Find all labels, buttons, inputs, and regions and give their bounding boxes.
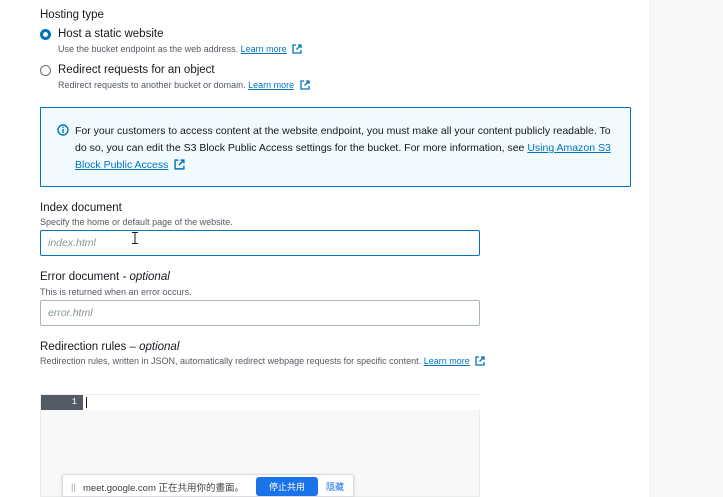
index-document-description: Specify the home or default page of the … — [40, 217, 233, 227]
redirect-requests-description: Redirect requests to another bucket or d… — [58, 80, 310, 90]
info-alert: For your customers to access content at … — [40, 107, 631, 187]
external-link-icon[interactable] — [292, 44, 302, 54]
redirection-rules-label: Redirection rules – optional — [40, 341, 179, 353]
error-document-label-text: Error document — [40, 271, 120, 283]
optional-tag: – optional — [129, 341, 180, 353]
radio-redirect-requests[interactable] — [40, 65, 51, 76]
index-document-label: Index document — [40, 202, 122, 214]
info-icon — [57, 124, 69, 136]
drag-handle-icon[interactable]: || — [71, 482, 76, 492]
external-link-icon[interactable] — [300, 80, 310, 90]
screen-share-notification-bar: || meet.google.com 正在共用你的畫面。 停止共用 隱藏 — [62, 474, 354, 497]
host-static-description-text: Use the bucket endpoint as the web addre… — [58, 44, 239, 54]
static-website-hosting-panel: Hosting type Host a static website Use t… — [0, 0, 651, 497]
line-number: 1 — [41, 395, 83, 410]
host-static-website-label[interactable]: Host a static website — [58, 28, 163, 40]
editor-caret — [86, 397, 87, 408]
editor-line-row: 1 — [41, 395, 481, 410]
redirect-requests-label[interactable]: Redirect requests for an object — [58, 64, 215, 76]
error-document-input[interactable] — [40, 300, 480, 326]
hide-link[interactable]: 隱藏 — [326, 480, 344, 493]
redirection-rules-label-text: Redirection rules — [40, 341, 127, 353]
screen-share-text: meet.google.com 正在共用你的畫面。 — [83, 483, 245, 494]
redirection-rules-description: Redirection rules, written in JSON, auto… — [40, 356, 485, 366]
redirect-description-text: Redirect requests to another bucket or d… — [58, 80, 246, 90]
learn-more-link-static[interactable]: Learn more — [241, 44, 287, 54]
learn-more-link-redirect[interactable]: Learn more — [248, 80, 294, 90]
external-link-icon[interactable] — [174, 159, 185, 170]
external-link-icon[interactable] — [475, 356, 485, 366]
page-background-right — [651, 0, 723, 497]
host-static-website-description: Use the bucket endpoint as the web addre… — [58, 44, 302, 54]
radio-host-static-website[interactable] — [40, 29, 51, 40]
redirection-description-text: Redirection rules, written in JSON, auto… — [40, 356, 422, 366]
info-alert-text: For your customers to access content at … — [75, 123, 620, 174]
error-document-label: Error document - optional — [40, 271, 170, 283]
hosting-type-title: Hosting type — [40, 9, 104, 21]
text-cursor-icon — [132, 232, 138, 244]
error-document-description: This is returned when an error occurs. — [40, 287, 192, 297]
index-document-input[interactable] — [40, 230, 480, 256]
learn-more-link-redirection[interactable]: Learn more — [424, 356, 470, 366]
optional-tag: - optional — [122, 271, 170, 283]
stop-sharing-button[interactable]: 停止共用 — [256, 477, 318, 496]
